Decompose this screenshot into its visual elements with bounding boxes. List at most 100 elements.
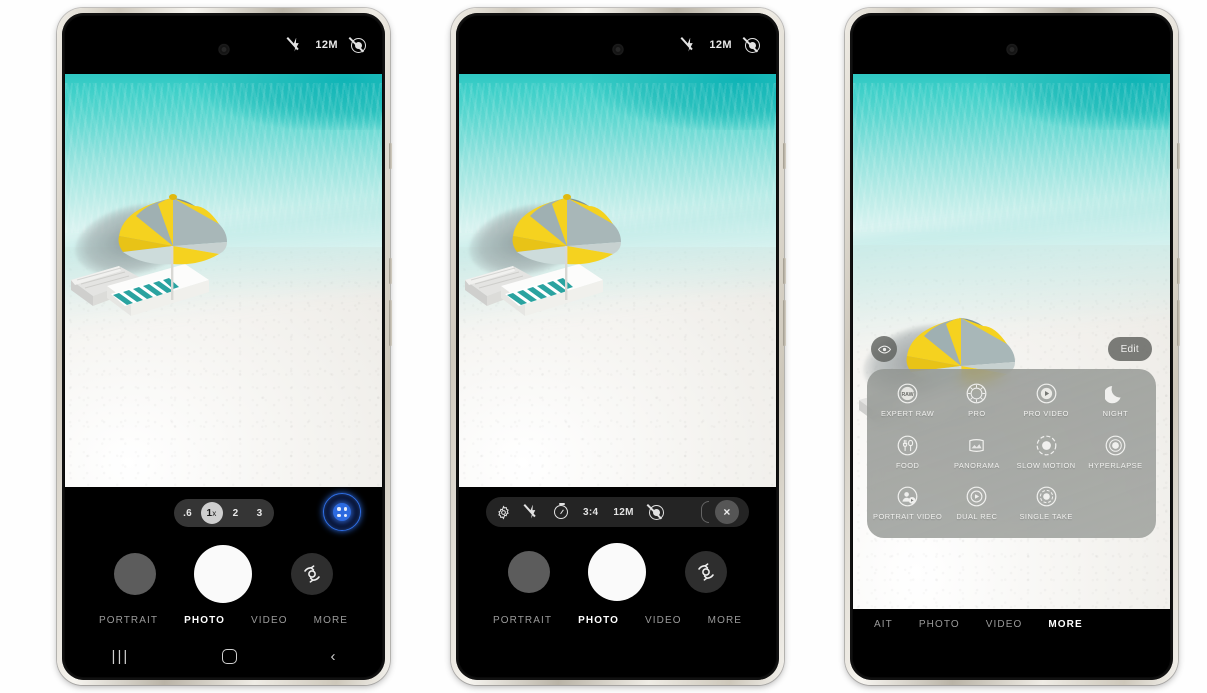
more-mode-hyperlapse[interactable]: HYPERLAPSE: [1081, 435, 1150, 471]
more-mode-slow-motion[interactable]: SLOW MOTION: [1012, 435, 1081, 471]
more-mode-label: PRO VIDEO: [1023, 409, 1069, 418]
flip-camera-button[interactable]: [684, 551, 727, 593]
mode-photo[interactable]: PHOTO: [565, 615, 632, 626]
resolution-indicator[interactable]: 12M: [315, 39, 338, 51]
shutter-row-1: [65, 545, 382, 603]
front-camera-punch-hole: [1006, 44, 1017, 55]
resolution-button[interactable]: 12M: [613, 507, 633, 518]
mode-video[interactable]: VIDEO: [632, 615, 695, 626]
shutter-button[interactable]: [588, 543, 647, 601]
phone-2-screen: 12M 3:4 12M × PORTRAIT PHOTO VIDEO MORE: [459, 16, 776, 677]
more-mode-portrait-video[interactable]: PORTRAIT VIDEO: [873, 486, 942, 522]
flash-off-icon[interactable]: [683, 38, 696, 53]
status-bar-1: 12M: [65, 16, 382, 74]
more-mode-night[interactable]: NIGHT: [1081, 383, 1150, 419]
close-toolbar-button[interactable]: ×: [715, 500, 739, 524]
more-mode-expert-raw[interactable]: RAW EXPERT RAW: [873, 383, 942, 419]
more-mode-label: EXPERT RAW: [880, 409, 935, 418]
partial-hidden-option[interactable]: [701, 501, 709, 523]
shutter-row-2: [459, 543, 776, 601]
motion-photo-off-icon[interactable]: [348, 36, 366, 53]
aspect-ratio-button[interactable]: 3:4: [583, 507, 598, 518]
zoom-option-3x[interactable]: 3: [249, 502, 271, 524]
mode-more[interactable]: MORE: [1035, 619, 1095, 630]
phone-device-2: 12M 3:4 12M × PORTRAIT PHOTO VIDEO MORE: [451, 8, 786, 685]
side-button-2b[interactable]: [783, 258, 786, 284]
gear-icon[interactable]: [496, 505, 511, 520]
viewfinder-3[interactable]: Edit RAW EXPERT RAW PRO PRO VIDEO NIGHT …: [853, 74, 1170, 609]
more-mode-pro[interactable]: PRO: [942, 383, 1011, 419]
gallery-thumbnail-button[interactable]: [508, 551, 551, 593]
mode-portrait[interactable]: AIT: [861, 619, 906, 630]
more-mode-panorama[interactable]: PANORAMA: [942, 435, 1011, 471]
shutter-button[interactable]: [194, 545, 253, 603]
resolution-indicator[interactable]: 12M: [709, 39, 732, 51]
more-mode-single-take[interactable]: SINGLE TAKE: [1012, 486, 1081, 522]
viewfinder-1[interactable]: [65, 74, 382, 487]
status-bar-2: 12M: [459, 16, 776, 74]
side-button-3a[interactable]: [1177, 143, 1180, 169]
more-mode-dual-rec[interactable]: DUAL REC: [942, 486, 1011, 522]
flash-off-icon[interactable]: [289, 38, 302, 53]
more-mode-label: PANORAMA: [954, 460, 1000, 470]
more-modes-panel: RAW EXPERT RAW PRO PRO VIDEO NIGHT FOOD …: [867, 369, 1156, 538]
more-mode-label: FOOD: [895, 460, 920, 470]
flash-off-icon[interactable]: [526, 505, 539, 520]
camera-controls-1: .6 1x 2 3 PORTRAIT PHOTO VIDEO MORE ||| …: [65, 487, 382, 677]
zoom-pill[interactable]: .6 1x 2 3: [173, 499, 274, 527]
home-icon[interactable]: [222, 648, 238, 664]
edit-button[interactable]: Edit: [1107, 337, 1152, 361]
flip-camera-button[interactable]: [290, 553, 333, 595]
toolbar-overflow-group: ×: [701, 500, 739, 524]
more-mode-label: SLOW MOTION: [1016, 460, 1076, 470]
camera-controls-2: 3:4 12M × PORTRAIT PHOTO VIDEO MORE: [459, 487, 776, 677]
mode-video[interactable]: VIDEO: [973, 619, 1036, 630]
beach-scene: [459, 74, 776, 487]
zoom-option-2x[interactable]: 2: [225, 502, 247, 524]
side-button-1a[interactable]: [389, 143, 392, 169]
more-mode-label: SINGLE TAKE: [1019, 512, 1073, 522]
front-camera-punch-hole: [218, 44, 229, 55]
gallery-thumbnail-button[interactable]: [114, 553, 157, 595]
slow-motion-icon: [1036, 435, 1057, 456]
preview-eye-icon[interactable]: [871, 336, 897, 362]
svg-text:RAW: RAW: [902, 392, 914, 398]
side-button-1c[interactable]: [389, 300, 392, 346]
motion-photo-off-icon[interactable]: [646, 503, 664, 520]
camera-settings-toolbar: 3:4 12M ×: [486, 497, 749, 527]
viewfinder-2[interactable]: [459, 74, 776, 487]
status-bar-3: [853, 16, 1170, 74]
mode-photo[interactable]: PHOTO: [906, 619, 973, 630]
more-mode-pro-video[interactable]: PRO VIDEO: [1012, 383, 1081, 419]
side-button-2c[interactable]: [783, 300, 786, 346]
timer-icon[interactable]: [554, 503, 568, 519]
side-button-3c[interactable]: [1177, 300, 1180, 346]
mode-more[interactable]: MORE: [301, 615, 361, 626]
single-take-icon: [1036, 486, 1057, 507]
phone-2-body: 12M 3:4 12M × PORTRAIT PHOTO VIDEO MORE: [456, 13, 779, 680]
phone-3-body: Edit RAW EXPERT RAW PRO PRO VIDEO NIGHT …: [850, 13, 1173, 680]
dual-rec-icon: [966, 486, 987, 507]
screenshot-stage: 12M .6 1x 2 3 PORTRAIT PHOTO VIDEO MORE …: [0, 0, 1207, 693]
pro-video-icon: [1036, 383, 1057, 404]
back-icon[interactable]: ‹: [330, 648, 335, 665]
mode-portrait[interactable]: PORTRAIT: [480, 615, 565, 626]
mode-photo[interactable]: PHOTO: [171, 615, 238, 626]
mode-video[interactable]: VIDEO: [238, 615, 301, 626]
mode-more[interactable]: MORE: [695, 615, 755, 626]
side-button-3b[interactable]: [1177, 258, 1180, 284]
more-modes-grid: RAW EXPERT RAW PRO PRO VIDEO NIGHT FOOD …: [873, 383, 1150, 522]
mode-portrait[interactable]: PORTRAIT: [86, 615, 171, 626]
mode-strip-3: AIT PHOTO VIDEO MORE: [853, 619, 1170, 630]
portrait-video-icon: [897, 486, 918, 507]
side-button-1b[interactable]: [389, 258, 392, 284]
more-mode-food[interactable]: FOOD: [873, 435, 942, 471]
zoom-option-06[interactable]: .6: [177, 502, 199, 524]
side-button-2a[interactable]: [783, 143, 786, 169]
phone-1-body: 12M .6 1x 2 3 PORTRAIT PHOTO VIDEO MORE …: [62, 13, 385, 680]
ai-zoom-grid-icon[interactable]: [322, 492, 362, 532]
motion-photo-off-icon[interactable]: [742, 36, 760, 53]
recents-icon[interactable]: |||: [112, 648, 130, 665]
raw-icon: RAW: [897, 383, 918, 404]
zoom-option-1x[interactable]: 1x: [200, 502, 223, 524]
